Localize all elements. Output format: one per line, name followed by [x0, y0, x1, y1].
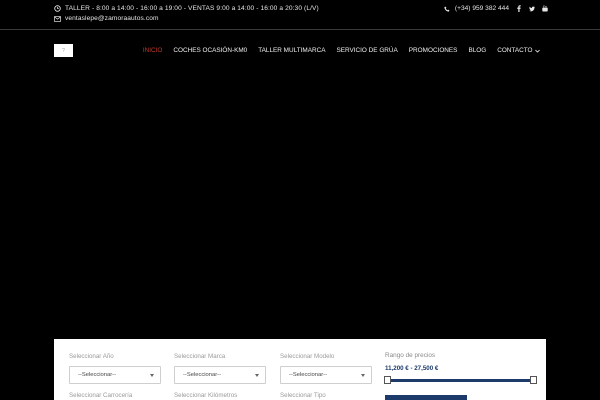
model-select-value: --Seleccionar-- — [289, 372, 328, 378]
phone-link[interactable]: (+34) 959 382 444 — [444, 5, 509, 12]
phone-text[interactable]: (+34) 959 382 444 — [455, 5, 509, 12]
body-label: Seleccionar Carrocería — [69, 392, 133, 399]
phone-icon — [444, 5, 451, 12]
nav-item-promociones[interactable]: PROMOCIONES — [403, 47, 463, 54]
km-label: Seleccionar Kilómetros — [174, 392, 238, 399]
envelope-icon — [54, 15, 61, 22]
opening-hours-text: TALLER - 8:00 a 14:00 - 16:00 a 19:00 - … — [65, 5, 319, 12]
youtube-icon[interactable] — [542, 5, 548, 12]
model-label: Seleccionar Modelo — [280, 353, 335, 360]
main-nav: INICIO COCHES OCASIÓN-KM0 TALLER MULTIMA… — [137, 47, 545, 54]
top-bar: TALLER - 8:00 a 14:00 - 16:00 a 19:00 - … — [0, 0, 600, 30]
clock-icon — [54, 5, 61, 12]
nav-item-inicio[interactable]: INICIO — [137, 47, 168, 54]
facebook-icon[interactable] — [516, 5, 522, 12]
chevron-down-icon — [534, 48, 540, 53]
nav-item-contacto[interactable]: CONTACTO — [492, 47, 545, 54]
search-button[interactable] — [385, 395, 467, 400]
make-select-value: --Seleccionar-- — [183, 372, 222, 378]
site-logo[interactable]: ? — [54, 44, 73, 57]
make-label: Seleccionar Marca — [174, 353, 226, 360]
caret-down-icon — [255, 374, 259, 377]
year-select-value: --Seleccionar-- — [78, 372, 117, 378]
nav-item-taller-multimarca[interactable]: TALLER MULTIMARCA — [253, 47, 331, 54]
price-slider-max-handle[interactable] — [530, 376, 537, 384]
price-slider-track[interactable] — [387, 379, 533, 382]
car-search-panel: Seleccionar Año --Seleccionar-- Seleccio… — [54, 339, 546, 400]
type-label: Seleccionar Tipo — [280, 392, 326, 399]
caret-down-icon — [361, 374, 365, 377]
price-slider-min-handle[interactable] — [384, 376, 391, 384]
top-right-contact: (+34) 959 382 444 — [444, 5, 548, 12]
nav-item-blog[interactable]: BLOG — [463, 47, 492, 54]
make-select[interactable]: --Seleccionar-- — [174, 366, 266, 384]
year-select[interactable]: --Seleccionar-- — [69, 366, 161, 384]
nav-item-servicio-grua[interactable]: SERVICIO DE GRÚA — [331, 47, 403, 54]
price-range-value: 11,200 € - 27,500 € — [385, 365, 439, 372]
price-range-label: Rango de precios — [385, 352, 436, 359]
twitter-icon[interactable] — [529, 5, 535, 12]
nav-item-coches-ocasion[interactable]: COCHES OCASIÓN-KM0 — [168, 47, 253, 54]
opening-hours: TALLER - 8:00 a 14:00 - 16:00 a 19:00 - … — [54, 5, 319, 12]
contact-email-text[interactable]: ventaslepe@zamoraautos.com — [65, 15, 159, 22]
year-label: Seleccionar Año — [69, 353, 114, 360]
model-select[interactable]: --Seleccionar-- — [280, 366, 372, 384]
caret-down-icon — [150, 374, 154, 377]
contact-email[interactable]: ventaslepe@zamoraautos.com — [54, 15, 159, 22]
logo-placeholder-icon: ? — [62, 47, 65, 54]
